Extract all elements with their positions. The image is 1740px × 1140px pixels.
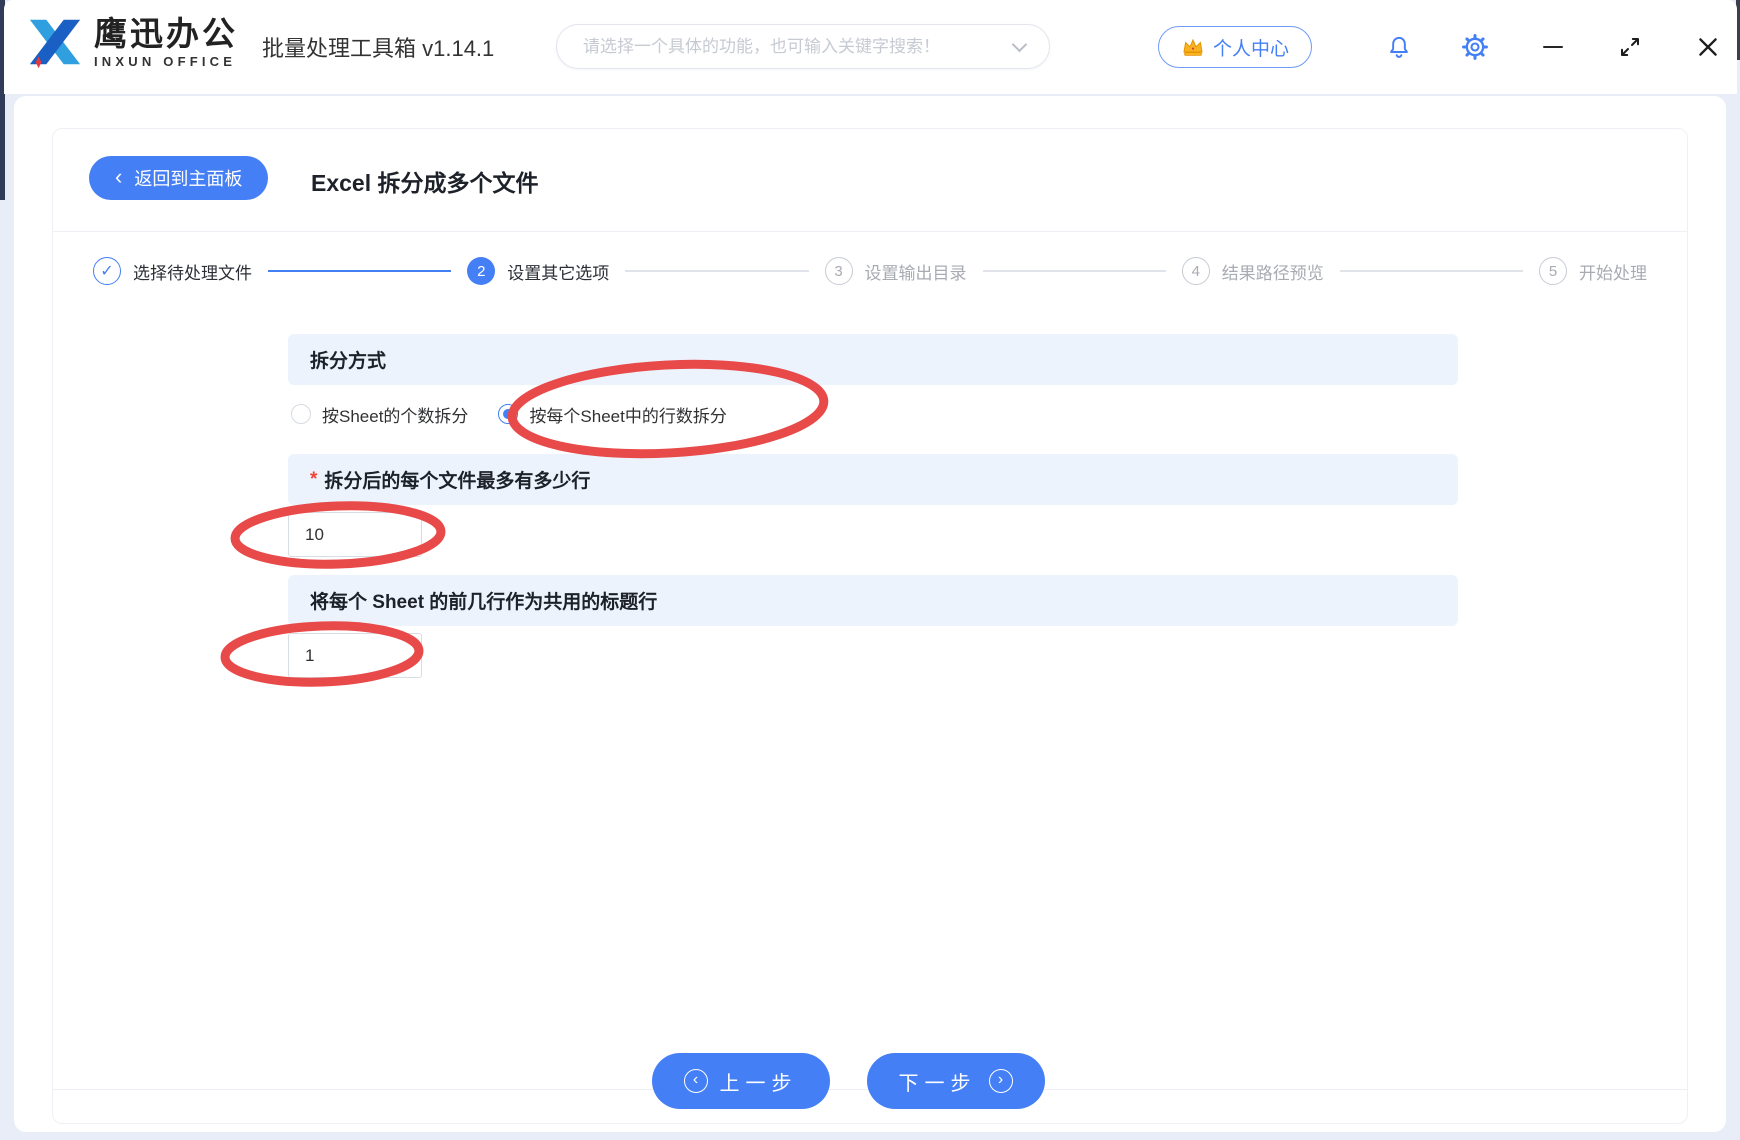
step-connector: [625, 270, 809, 272]
panel-header: ‹ 返回到主面板 Excel 拆分成多个文件: [53, 129, 1687, 232]
radio-split-by-sheet-count[interactable]: 按Sheet的个数拆分: [291, 402, 468, 427]
search-input[interactable]: [583, 36, 1000, 57]
step-3-number: 3: [824, 257, 853, 285]
main-card: ‹ 返回到主面板 Excel 拆分成多个文件 ✓ 选择待处理文件 2 设置其它选…: [14, 96, 1726, 1132]
next-step-label: 下一步: [898, 1072, 977, 1095]
radio-selected-icon: [498, 404, 519, 424]
wizard-footer: ‹ 上一步 下一步 ›: [31, 1053, 1665, 1109]
back-button-label: 返回到主面板: [134, 169, 243, 189]
crown-icon: [1183, 38, 1203, 56]
split-mode-radio-group: 按Sheet的个数拆分 按每个Sheet中的行数拆分: [291, 396, 757, 432]
window-resize-button[interactable]: [1615, 32, 1645, 62]
radio-split-by-row-count[interactable]: 按每个Sheet中的行数拆分: [498, 402, 727, 427]
step-2-label: 设置其它选项: [507, 263, 610, 283]
step-2-set-options: 2 设置其它选项: [467, 257, 609, 285]
expand-arrows-icon: [1621, 38, 1639, 56]
next-step-button[interactable]: 下一步 ›: [866, 1053, 1045, 1109]
step-2-number: 2: [467, 257, 496, 285]
step-1-check-icon: ✓: [93, 257, 121, 285]
user-center-label: 个人中心: [1213, 38, 1290, 60]
step-5-label: 开始处理: [1579, 263, 1647, 283]
radio-label: 按Sheet的个数拆分: [322, 406, 469, 426]
step-connector: [1339, 270, 1523, 272]
step-4-label: 结果路径预览: [1221, 263, 1324, 283]
user-center-button[interactable]: 个人中心: [1158, 26, 1313, 68]
brand-subtitle: INXUN OFFICE: [94, 53, 237, 69]
wizard-panel: ‹ 返回到主面板 Excel 拆分成多个文件 ✓ 选择待处理文件 2 设置其它选…: [52, 128, 1688, 1124]
gear-icon: [1462, 34, 1488, 60]
previous-step-button[interactable]: ‹ 上一步: [651, 1053, 830, 1109]
radio-label: 按每个Sheet中的行数拆分: [529, 406, 727, 426]
max-rows-input[interactable]: [288, 512, 422, 557]
max-rows-label: 拆分后的每个文件最多有多少行: [324, 471, 591, 492]
header-rows-input[interactable]: [288, 633, 422, 678]
options-form: 拆分方式 按Sheet的个数拆分 按每个Sheet中的行数拆分 * 拆分后的每个…: [288, 334, 1458, 734]
step-4-number: 4: [1181, 257, 1210, 285]
window-minimize-button[interactable]: [1538, 32, 1568, 62]
step-4-result-preview: 4 结果路径预览: [1181, 257, 1324, 285]
notifications-button[interactable]: [1384, 32, 1414, 62]
app-title: 批量处理工具箱 v1.14.1: [262, 36, 495, 61]
function-search-select[interactable]: [556, 24, 1050, 69]
chevron-left-icon: ‹: [115, 164, 123, 189]
close-icon: [1699, 38, 1717, 56]
circle-arrow-right-icon: ›: [988, 1069, 1013, 1093]
header-rows-label: 将每个 Sheet 的前几行作为共用的标题行: [310, 592, 658, 613]
circle-arrow-left-icon: ‹: [683, 1069, 708, 1093]
step-1-select-files: ✓ 选择待处理文件: [93, 257, 252, 285]
step-connector: [982, 270, 1166, 272]
split-mode-header: 拆分方式: [288, 334, 1458, 385]
header-rows-header: 将每个 Sheet 的前几行作为共用的标题行: [288, 575, 1458, 626]
step-5-start: 5 开始处理: [1539, 257, 1647, 285]
previous-step-label: 上一步: [719, 1072, 798, 1095]
step-3-output-dir: 3 设置输出目录: [824, 257, 967, 285]
step-connector: [268, 270, 452, 272]
required-asterisk: *: [310, 468, 318, 490]
chevron-down-icon: [1011, 36, 1028, 52]
split-mode-label: 拆分方式: [310, 351, 387, 372]
step-5-number: 5: [1539, 257, 1567, 285]
max-rows-header: * 拆分后的每个文件最多有多少行: [288, 454, 1458, 505]
brand-name: 鹰迅办公: [94, 14, 238, 52]
step-1-label: 选择待处理文件: [133, 263, 252, 283]
step-indicator: ✓ 选择待处理文件 2 设置其它选项 3 设置输出目录 4 结果路径预览 5 开…: [93, 253, 1647, 289]
back-to-dashboard-button[interactable]: ‹ 返回到主面板: [89, 156, 269, 200]
radio-circle-icon: [291, 404, 311, 424]
brand: 鹰迅办公 INXUN OFFICE: [26, 12, 238, 72]
step-3-label: 设置输出目录: [864, 263, 967, 283]
window-close-button[interactable]: [1693, 32, 1723, 62]
brand-logo-icon: [29, 19, 81, 69]
settings-button[interactable]: [1460, 32, 1490, 62]
page-title: Excel 拆分成多个文件: [311, 169, 539, 196]
bell-icon: [1390, 36, 1408, 58]
titlebar: 鹰迅办公 INXUN OFFICE 批量处理工具箱 v1.14.1 个人中心: [4, 0, 1737, 94]
brand-text: 鹰迅办公 INXUN OFFICE: [94, 14, 238, 69]
minimize-icon: [1543, 45, 1563, 49]
